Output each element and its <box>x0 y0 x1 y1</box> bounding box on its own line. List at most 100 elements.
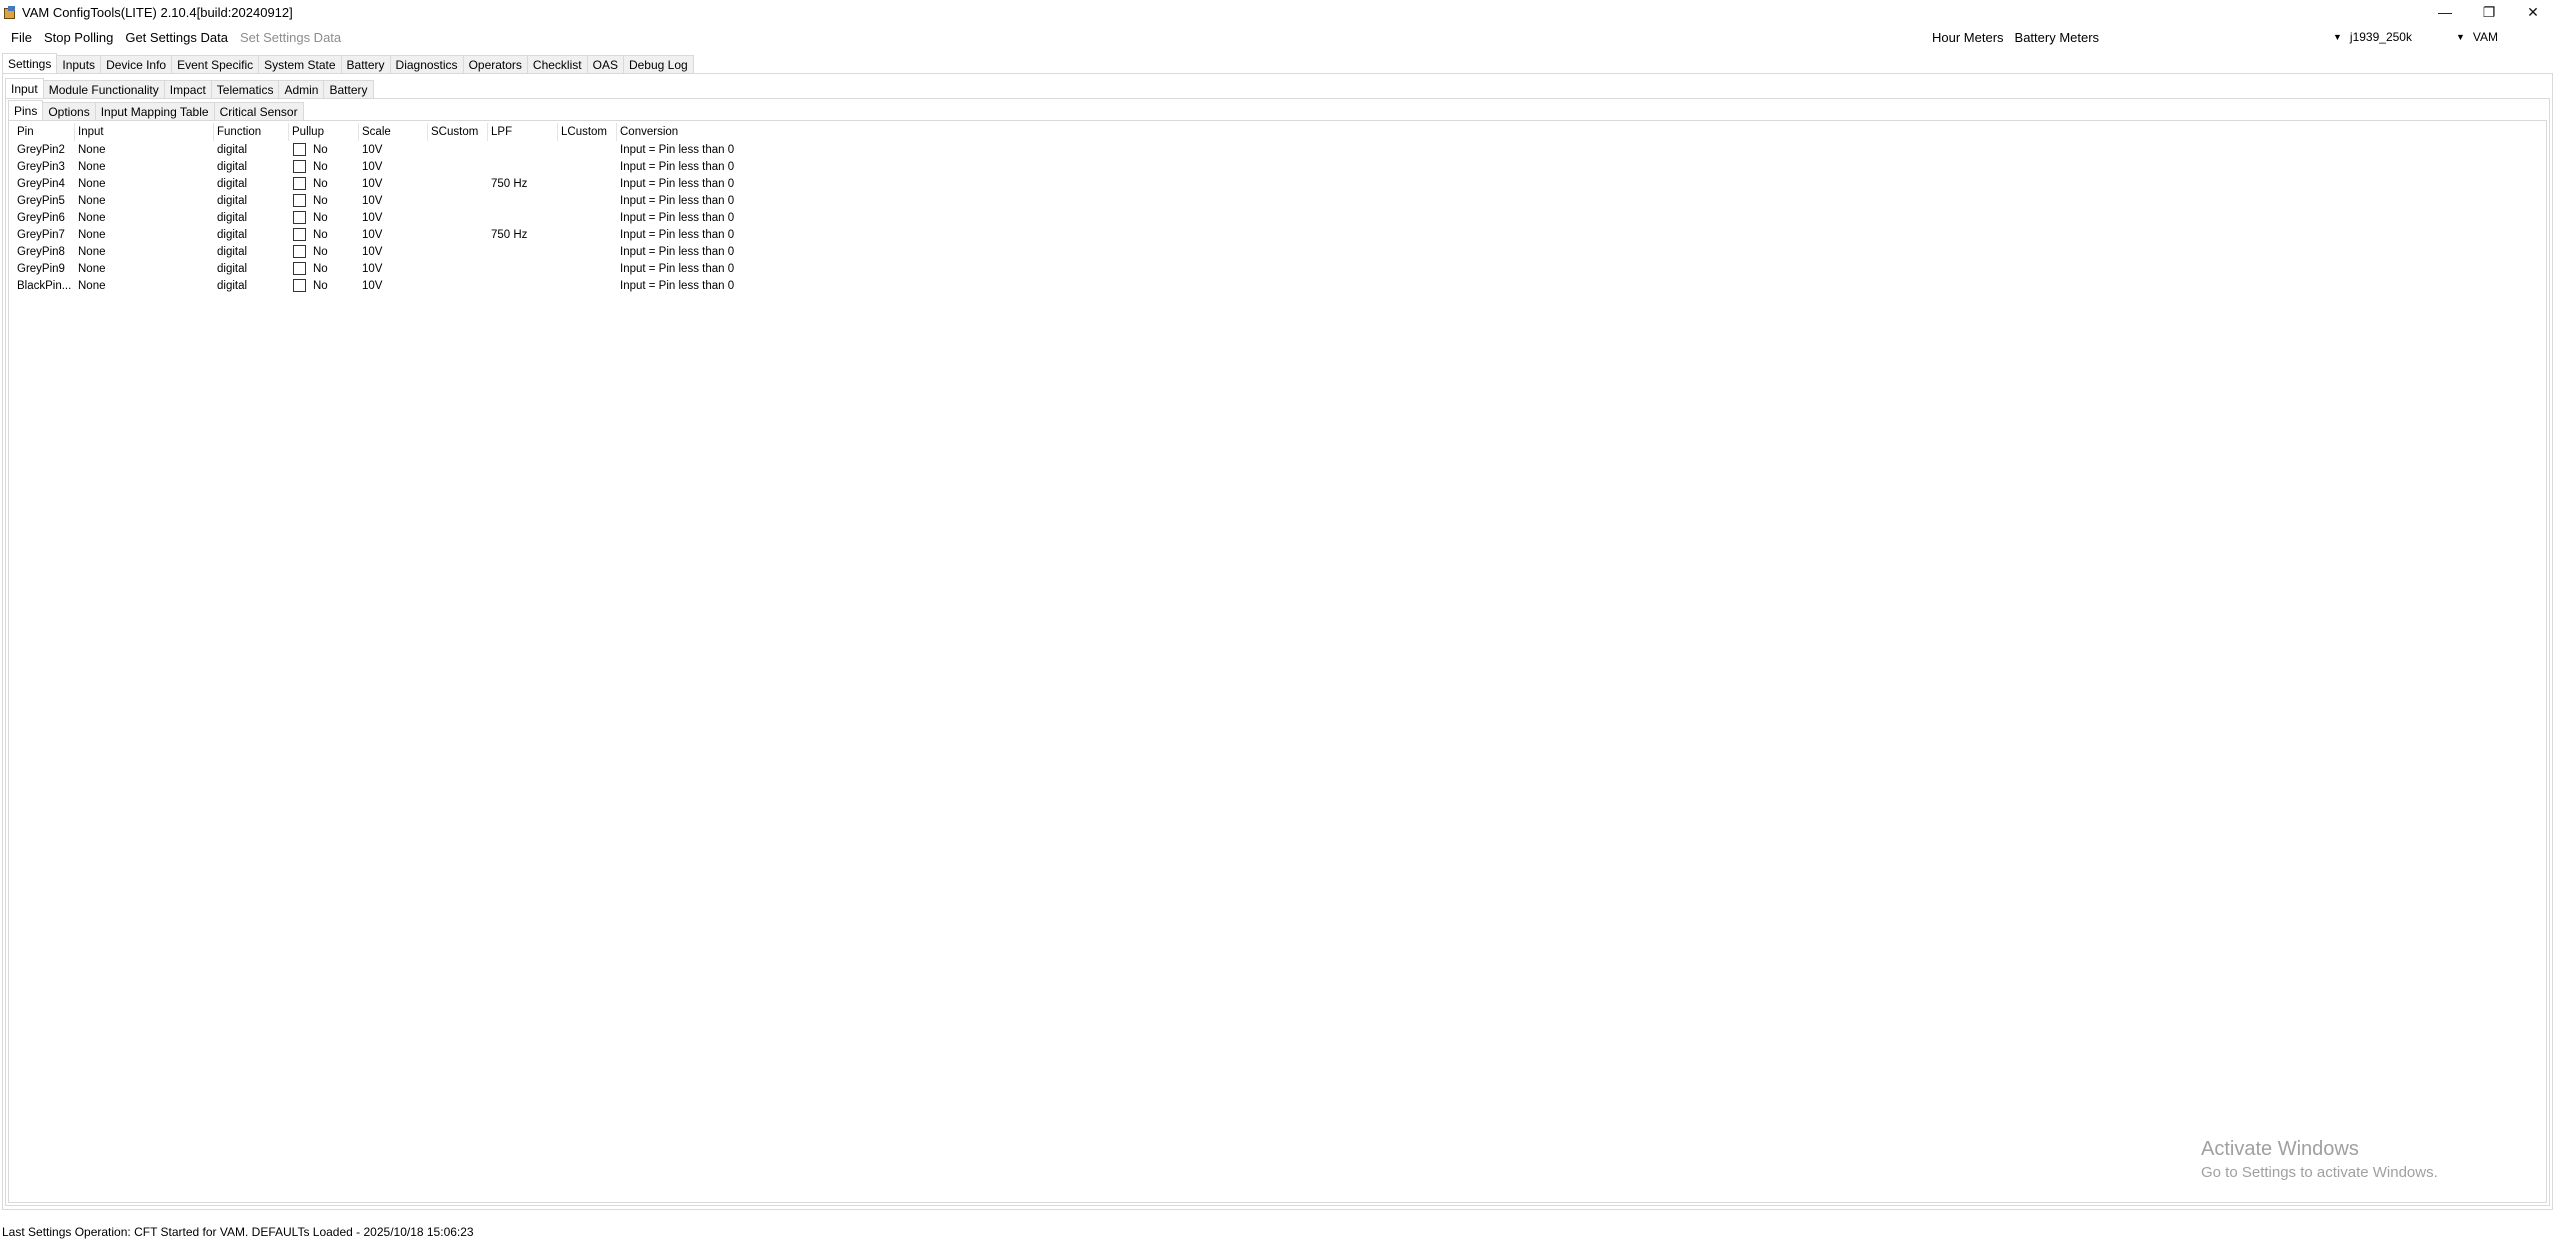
header-pin[interactable]: Pin <box>10 123 75 141</box>
pullup-checkbox[interactable] <box>293 194 306 207</box>
close-icon[interactable]: ✕ <box>2511 0 2555 24</box>
cell-function[interactable]: digital <box>214 229 289 241</box>
tab-event-specific[interactable]: Event Specific <box>171 55 260 73</box>
cell-pullup[interactable]: No <box>289 177 359 190</box>
cell-pin[interactable]: GreyPin7 <box>10 229 75 241</box>
cell-pullup[interactable]: No <box>289 279 359 292</box>
cell-function[interactable]: digital <box>214 246 289 258</box>
pullup-checkbox[interactable] <box>293 177 306 190</box>
pullup-checkbox[interactable] <box>293 160 306 173</box>
pullup-checkbox[interactable] <box>293 279 306 292</box>
restore-icon[interactable]: ❐ <box>2467 0 2511 24</box>
header-pullup[interactable]: Pullup <box>289 123 359 141</box>
cell-conversion[interactable]: Input = Pin less than 0 <box>617 161 817 173</box>
cell-scale[interactable]: 10V <box>359 280 428 292</box>
cell-function[interactable]: digital <box>214 280 289 292</box>
tab-settings-battery[interactable]: Battery <box>323 80 374 98</box>
table-row[interactable]: GreyPin5 None digital No 10V Input = Pin less… <box>10 192 817 209</box>
table-row[interactable]: GreyPin4 None digital No 10V 750 Hz Input = Pi… <box>10 175 817 192</box>
cell-conversion[interactable]: Input = Pin less than 0 <box>617 229 817 241</box>
device-select[interactable]: ▼ VAM <box>2456 26 2498 48</box>
cell-scale[interactable]: 10V <box>359 178 428 190</box>
header-function[interactable]: Function <box>214 123 289 141</box>
cell-pullup[interactable]: No <box>289 160 359 173</box>
cell-pin[interactable]: GreyPin2 <box>10 144 75 156</box>
pullup-checkbox[interactable] <box>293 245 306 258</box>
cell-conversion[interactable]: Input = Pin less than 0 <box>617 195 817 207</box>
menu-file[interactable]: File <box>6 30 37 45</box>
header-lcustom[interactable]: LCustom <box>558 123 617 141</box>
cell-pullup[interactable]: No <box>289 228 359 241</box>
cell-input[interactable]: None <box>75 246 214 258</box>
cell-function[interactable]: digital <box>214 144 289 156</box>
cell-lpf[interactable]: 750 Hz <box>488 178 558 190</box>
cell-conversion[interactable]: Input = Pin less than 0 <box>617 263 817 275</box>
cell-function[interactable]: digital <box>214 161 289 173</box>
menu-get-settings-data[interactable]: Get Settings Data <box>120 30 233 45</box>
tab-oas[interactable]: OAS <box>586 55 624 73</box>
cell-pullup[interactable]: No <box>289 194 359 207</box>
table-row[interactable]: GreyPin2 None digital No 10V Input = Pin less… <box>10 141 817 158</box>
cell-scale[interactable]: 10V <box>359 161 428 173</box>
cell-pin[interactable]: BlackPin... <box>10 280 75 292</box>
table-row[interactable]: BlackPin... None digital No 10V Input = Pin l… <box>10 277 817 294</box>
header-scale[interactable]: Scale <box>359 123 428 141</box>
pullup-checkbox[interactable] <box>293 228 306 241</box>
tab-input-mapping-table[interactable]: Input Mapping Table <box>94 102 215 120</box>
tab-critical-sensor[interactable]: Critical Sensor <box>213 102 304 120</box>
cell-conversion[interactable]: Input = Pin less than 0 <box>617 178 817 190</box>
cell-conversion[interactable]: Input = Pin less than 0 <box>617 280 817 292</box>
tab-operators[interactable]: Operators <box>462 55 528 73</box>
menu-hour-meters[interactable]: Hour Meters <box>1932 30 2004 45</box>
cell-input[interactable]: None <box>75 178 214 190</box>
tab-impact[interactable]: Impact <box>163 80 212 98</box>
cell-input[interactable]: None <box>75 161 214 173</box>
tab-module-functionality[interactable]: Module Functionality <box>42 80 165 98</box>
tab-debug-log[interactable]: Debug Log <box>622 55 694 73</box>
tab-battery[interactable]: Battery <box>340 55 391 73</box>
cell-scale[interactable]: 10V <box>359 212 428 224</box>
cell-conversion[interactable]: Input = Pin less than 0 <box>617 144 817 156</box>
menu-stop-polling[interactable]: Stop Polling <box>39 30 118 45</box>
cell-pin[interactable]: GreyPin6 <box>10 212 75 224</box>
cell-scale[interactable]: 10V <box>359 144 428 156</box>
table-row[interactable]: GreyPin3 None digital No 10V Input = Pin less… <box>10 158 817 175</box>
cell-pullup[interactable]: No <box>289 245 359 258</box>
table-row[interactable]: GreyPin6 None digital No 10V Input = Pin less… <box>10 209 817 226</box>
tab-input[interactable]: Input <box>5 78 44 99</box>
cell-scale[interactable]: 10V <box>359 229 428 241</box>
table-row[interactable]: GreyPin8 None digital No 10V Input = Pin less… <box>10 243 817 260</box>
cell-lpf[interactable]: 750 Hz <box>488 229 558 241</box>
tab-inputs[interactable]: Inputs <box>56 55 102 73</box>
tab-admin[interactable]: Admin <box>278 80 325 98</box>
cell-function[interactable]: digital <box>214 178 289 190</box>
cell-conversion[interactable]: Input = Pin less than 0 <box>617 212 817 224</box>
tab-options[interactable]: Options <box>42 102 96 120</box>
cell-pin[interactable]: GreyPin4 <box>10 178 75 190</box>
cell-scale[interactable]: 10V <box>359 246 428 258</box>
cell-input[interactable]: None <box>75 280 214 292</box>
cell-pullup[interactable]: No <box>289 211 359 224</box>
minimize-icon[interactable]: — <box>2423 0 2467 24</box>
tab-pins[interactable]: Pins <box>8 100 44 121</box>
pullup-checkbox[interactable] <box>293 211 306 224</box>
cell-input[interactable]: None <box>75 212 214 224</box>
cell-scale[interactable]: 10V <box>359 195 428 207</box>
cell-conversion[interactable]: Input = Pin less than 0 <box>617 246 817 258</box>
cell-pullup[interactable]: No <box>289 262 359 275</box>
menu-battery-meters[interactable]: Battery Meters <box>2015 30 2100 45</box>
tab-checklist[interactable]: Checklist <box>526 55 588 73</box>
cell-function[interactable]: digital <box>214 263 289 275</box>
header-scustom[interactable]: SCustom <box>428 123 488 141</box>
cell-pin[interactable]: GreyPin3 <box>10 161 75 173</box>
cell-input[interactable]: None <box>75 144 214 156</box>
cell-input[interactable]: None <box>75 263 214 275</box>
cell-pin[interactable]: GreyPin5 <box>10 195 75 207</box>
header-conversion[interactable]: Conversion <box>617 123 817 141</box>
cell-pin[interactable]: GreyPin9 <box>10 263 75 275</box>
cell-function[interactable]: digital <box>214 195 289 207</box>
tab-diagnostics[interactable]: Diagnostics <box>389 55 464 73</box>
cell-scale[interactable]: 10V <box>359 263 428 275</box>
cell-pin[interactable]: GreyPin8 <box>10 246 75 258</box>
baud-rate-select[interactable]: ▼ j1939_250k <box>2333 26 2412 48</box>
